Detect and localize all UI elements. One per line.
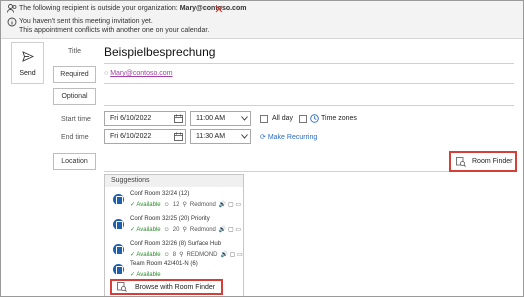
optional-button[interactable]: Optional <box>53 88 96 105</box>
required-underline <box>104 83 514 84</box>
meeting-window: The following recipient is outside your … <box>0 0 524 297</box>
room-location: Redmond <box>189 226 216 233</box>
room-meta: ✓ Available ☺ 20 ⚲ Redmond 🔊 ▢ ▭ <box>130 226 242 234</box>
end-date-value: Fri 6/10/2022 <box>110 133 152 140</box>
chevron-down-icon[interactable] <box>241 134 248 139</box>
send-label: Send <box>19 70 36 77</box>
start-date-field[interactable]: Fri 6/10/2022 <box>104 111 186 126</box>
calendar-icon[interactable] <box>174 114 183 123</box>
start-time-value: 11:00 AM <box>196 115 226 122</box>
info-icon <box>7 17 17 27</box>
room-name: Team Room 42/401-N (6) <box>130 261 198 267</box>
map-pin-icon: ⚲ <box>182 227 187 233</box>
make-recurring-label: Make Recurring <box>267 134 318 141</box>
room-suggestion[interactable]: Conf Room 32/25 (20) Priority ✓ Availabl… <box>105 214 243 238</box>
end-time-field[interactable]: 11:30 AM <box>190 129 251 144</box>
room-location: REDMOND <box>186 251 218 258</box>
start-date-value: Fri 6/10/2022 <box>110 115 152 122</box>
title-underline <box>104 63 514 64</box>
room-finder-button[interactable]: Room Finder <box>449 151 517 172</box>
room-name: Conf Room 32/26 (8) Surface Hub <box>130 241 222 247</box>
people-icon <box>7 4 17 13</box>
room-finder-icon <box>456 156 466 167</box>
chevron-down-icon[interactable] <box>241 116 248 121</box>
make-recurring-link[interactable]: ⟳ Make Recurring <box>260 133 317 141</box>
person-icon: ☺ <box>163 226 170 233</box>
available-status: ✓ Available <box>130 227 161 233</box>
room-finder-icon <box>117 282 127 292</box>
equipment-icons: 🔊 ▢ ▭ <box>218 227 242 233</box>
time-zones-label: Time zones <box>321 115 357 122</box>
attendee-email: Mary@contoso.com <box>110 70 173 77</box>
location-button[interactable]: Location <box>53 153 96 170</box>
recurring-icon: ⟳ <box>260 134 266 141</box>
room-finder-label: Room Finder <box>472 158 513 165</box>
room-suggestions-dropdown: Suggestions Conf Room 32/24 (12) ✓ Avail… <box>104 174 244 296</box>
conflict-notice: This appointment conflicts with another … <box>19 27 210 34</box>
equipment-icons: 🔊 ▢ ▭ <box>218 202 242 208</box>
start-time-label: Start time <box>61 116 91 123</box>
all-day-label: All day <box>272 115 294 122</box>
room-capacity: 8 <box>172 251 177 258</box>
equipment-icons: 🔊 ▢ ▭ <box>220 252 243 258</box>
room-capacity: 12 <box>172 201 180 208</box>
end-date-field[interactable]: Fri 6/10/2022 <box>104 129 186 144</box>
send-icon <box>22 51 34 62</box>
recipient-notice-text: The following recipient is outside your … <box>19 5 178 12</box>
globe-icon <box>310 114 319 123</box>
room-name: Conf Room 32/25 (20) Priority <box>130 216 210 222</box>
all-day-checkbox[interactable] <box>260 115 268 123</box>
title-input[interactable]: Beispielbesprechung <box>104 45 215 59</box>
presence-icon: ○ <box>104 70 109 77</box>
room-icon <box>113 194 124 205</box>
suggestions-header: Suggestions <box>105 175 243 187</box>
map-pin-icon: ⚲ <box>179 252 184 258</box>
room-location: Redmond <box>189 201 216 208</box>
end-time-label: End time <box>61 134 89 141</box>
browse-label: Browse with Room Finder <box>135 283 216 291</box>
not-sent-notice: You haven't sent this meeting invitation… <box>19 18 153 25</box>
room-icon <box>113 264 124 275</box>
room-meta: ✓ Available <box>130 271 161 278</box>
required-attendee[interactable]: ○ Mary@contoso.com <box>104 70 173 77</box>
room-suggestion[interactable]: Conf Room 32/24 (12) ✓ Available ☺ 12 ⚲ Re… <box>105 189 243 213</box>
required-button[interactable]: Required <box>53 66 96 83</box>
recipient-email: Mary@contoso.com <box>179 5 247 12</box>
title-label: Title <box>68 48 81 55</box>
end-time-value: 11:30 AM <box>196 133 226 140</box>
optional-underline <box>104 105 514 106</box>
send-button[interactable]: Send <box>11 42 44 84</box>
time-zones-checkbox[interactable] <box>299 115 307 123</box>
close-icon[interactable] <box>215 5 223 13</box>
browse-room-finder-button[interactable]: Browse with Room Finder <box>110 279 223 295</box>
room-name: Conf Room 32/24 (12) <box>130 191 190 197</box>
available-status: ✓ Available <box>130 252 161 258</box>
person-icon: ☺ <box>163 201 170 208</box>
person-icon: ☺ <box>163 251 170 258</box>
room-capacity: 20 <box>172 226 180 233</box>
calendar-icon[interactable] <box>174 132 183 141</box>
recipient-notice: The following recipient is outside your … <box>19 5 246 12</box>
room-meta: ✓ Available ☺ 12 ⚲ Redmond 🔊 ▢ ▭ <box>130 201 242 209</box>
room-icon <box>113 244 124 255</box>
info-bar: The following recipient is outside your … <box>1 1 523 39</box>
available-status: ✓ Available <box>130 272 161 278</box>
start-time-field[interactable]: 11:00 AM <box>190 111 251 126</box>
available-status: ✓ Available <box>130 202 161 208</box>
room-icon <box>113 219 124 230</box>
room-meta: ✓ Available ☺ 8 ⚲ REDMOND 🔊 ▢ ▭ <box>130 251 243 259</box>
map-pin-icon: ⚲ <box>182 202 187 208</box>
